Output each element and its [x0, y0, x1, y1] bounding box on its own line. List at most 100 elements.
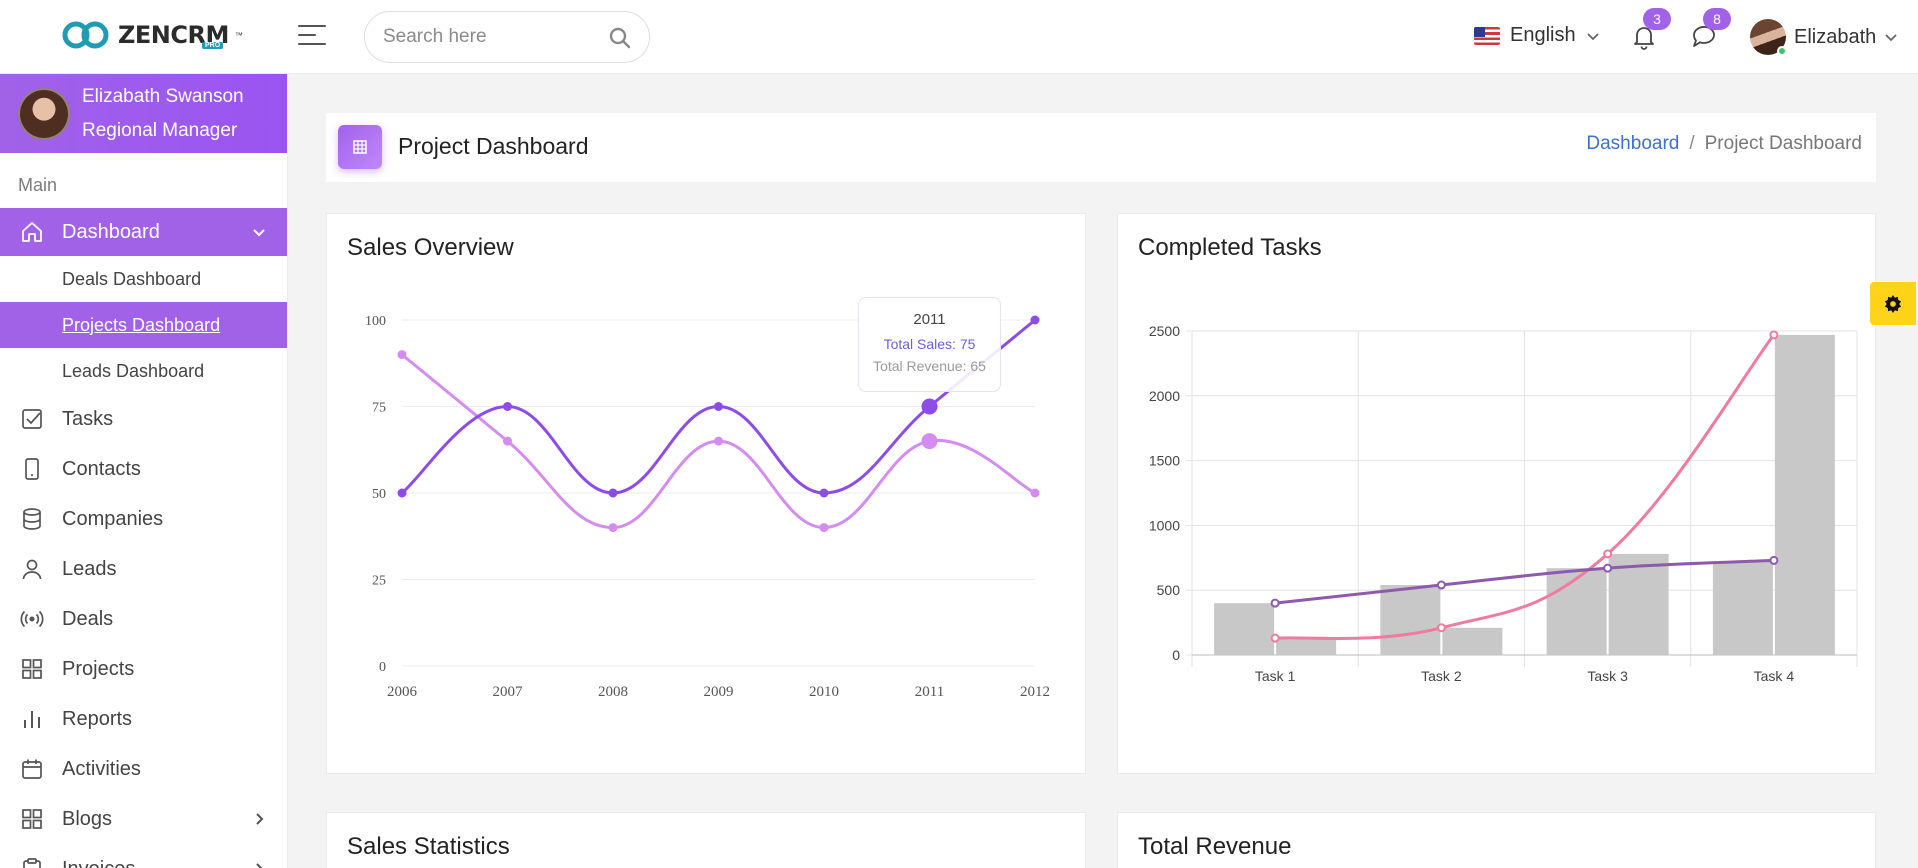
grid-icon — [22, 809, 42, 829]
revenue-line-point — [397, 350, 407, 360]
revenue-line-point — [1030, 488, 1040, 498]
sidebar-profile[interactable]: Elizabath Swanson Regional Manager — [0, 74, 287, 153]
sales-line-point — [714, 402, 723, 411]
sidebar-item-label: Projects — [62, 657, 135, 680]
breadcrumb: Dashboard / Project Dashboard — [1586, 133, 1862, 155]
task-line-purple-point — [1270, 598, 1280, 608]
gear-icon — [1884, 294, 1902, 313]
sidebar-item-leads[interactable]: Leads — [0, 544, 287, 594]
chevron-right-icon — [256, 813, 264, 825]
online-status-dot — [1777, 46, 1787, 56]
messages-button[interactable]: 8 — [1690, 8, 1731, 52]
y-tick-label: 2000 — [1149, 388, 1180, 404]
chevron-down-icon — [253, 229, 265, 237]
messages-badge: 8 — [1703, 8, 1731, 30]
bar-chart-icon — [24, 711, 40, 728]
hamburger-bar — [298, 43, 326, 45]
page-title: Project Dashboard — [398, 133, 589, 159]
sidebar-section-label: Main — [18, 175, 58, 195]
hamburger-bar — [298, 25, 326, 27]
sidebar-item-deals[interactable]: Deals — [0, 594, 287, 644]
profile-role: Regional Manager — [82, 119, 238, 141]
y-tick-label: 0 — [379, 660, 386, 675]
revenue-line-point — [921, 433, 938, 450]
task-bar — [1774, 334, 1835, 655]
menu-toggle-button[interactable] — [298, 25, 326, 49]
revenue-line-point — [503, 436, 512, 446]
language-selector[interactable]: English — [1474, 24, 1600, 47]
sidebar-item-activities[interactable]: Activities — [0, 744, 287, 794]
completed-tasks-chart: 0 500 1000 1500 2000 2500 Task 1 Task 2 Task 3 Ta… — [1149, 323, 1858, 684]
x-tick-label: 2010 — [809, 684, 839, 700]
tooltip-year: 2011 — [913, 311, 946, 328]
sidebar-item-label: Leads — [62, 557, 117, 580]
sidebar-item-projects[interactable]: Projects — [0, 644, 287, 694]
y-tick-label: 75 — [372, 401, 386, 416]
task-line-purple-point — [1603, 563, 1613, 573]
y-tick-label: 100 — [365, 314, 386, 329]
task-bar — [1712, 561, 1773, 655]
task-bar — [1380, 585, 1441, 655]
grid-icon — [22, 659, 42, 679]
y-tick-label: 50 — [372, 487, 386, 502]
tooltip-sales: Total Sales: 75 — [883, 336, 976, 352]
language-label: English — [1510, 24, 1576, 46]
theme-settings-button[interactable] — [1870, 282, 1916, 325]
sidebar-item-label: Tasks — [62, 407, 114, 430]
sidebar-item-label: Dashboard — [62, 220, 160, 243]
user-icon — [22, 559, 42, 580]
sidebar-item-reports[interactable]: Reports — [0, 694, 287, 744]
checkbox-icon — [22, 409, 42, 429]
user-menu[interactable]: Elizabath — [1750, 19, 1898, 56]
user-name: Elizabath — [1794, 25, 1877, 48]
sidebar-item-blogs[interactable]: Blogs — [0, 794, 287, 844]
task-bar — [1546, 568, 1607, 655]
x-tick-label: 2007 — [493, 684, 524, 700]
card-title: Total Revenue — [1138, 833, 1292, 860]
us-flag-icon — [1474, 26, 1500, 45]
y-tick-label: 500 — [1157, 582, 1181, 598]
top-header: ZENCRM ™ PRO English 3 8 Elizabath — [0, 0, 1918, 74]
hamburger-bar — [298, 34, 316, 36]
search-input[interactable] — [383, 26, 593, 48]
task-bar — [1276, 638, 1337, 655]
task-bar — [1608, 553, 1669, 655]
page-header: Project Dashboard Dashboard / Project Dash… — [326, 113, 1876, 182]
search-icon[interactable] — [609, 27, 631, 49]
notifications-button[interactable]: 3 — [1630, 8, 1671, 52]
task-line-purple-point — [1769, 555, 1779, 565]
completed-tasks-card: Completed Tasks 0 500 1000 1500 2000 2500 Task… — [1117, 213, 1876, 774]
chevron-down-icon — [1885, 34, 1897, 42]
sidebar-subitem-leads-dashboard[interactable]: Leads Dashboard — [0, 348, 287, 394]
x-tick-label: Task 4 — [1754, 668, 1795, 684]
search-box — [364, 11, 650, 63]
sidebar-item-companies[interactable]: Companies — [0, 494, 287, 544]
chevron-down-icon — [1586, 32, 1599, 40]
x-tick-label: 2011 — [915, 684, 944, 700]
sidebar-subitem-projects-dashboard[interactable]: Projects Dashboard — [0, 302, 287, 348]
total-revenue-card: Total Revenue — [1117, 812, 1876, 868]
sidebar-subitem-deals-dashboard[interactable]: Deals Dashboard — [0, 256, 287, 302]
sales-line-point — [1030, 315, 1040, 325]
x-tick-label: Task 3 — [1587, 668, 1628, 684]
task-line-purple-point — [1436, 580, 1446, 590]
x-tick-label: Task 2 — [1421, 668, 1462, 684]
sidebar-item-tasks[interactable]: Tasks — [0, 394, 287, 444]
sidebar-item-invoices[interactable]: Invoices — [0, 844, 287, 868]
sales-line-point — [608, 488, 618, 498]
revenue-line-point — [819, 523, 829, 533]
revenue-line-point — [714, 436, 723, 446]
sidebar-item-dashboard[interactable]: Dashboard — [0, 208, 287, 256]
task-bar — [1442, 627, 1503, 655]
y-tick-label: 2500 — [1149, 323, 1180, 339]
breadcrumb-current: Project Dashboard — [1704, 133, 1862, 154]
sidebar-item-contacts[interactable]: Contacts — [0, 444, 287, 494]
sidebar-item-label: Blogs — [62, 807, 113, 830]
sales-line-point — [921, 398, 938, 415]
y-tick-label: 1500 — [1149, 453, 1180, 469]
logo[interactable]: ZENCRM ™ PRO — [60, 18, 243, 52]
task-bar — [1214, 603, 1275, 655]
x-tick-label: 2006 — [387, 684, 418, 700]
database-icon — [23, 508, 41, 530]
breadcrumb-link-dashboard[interactable]: Dashboard — [1586, 133, 1679, 154]
